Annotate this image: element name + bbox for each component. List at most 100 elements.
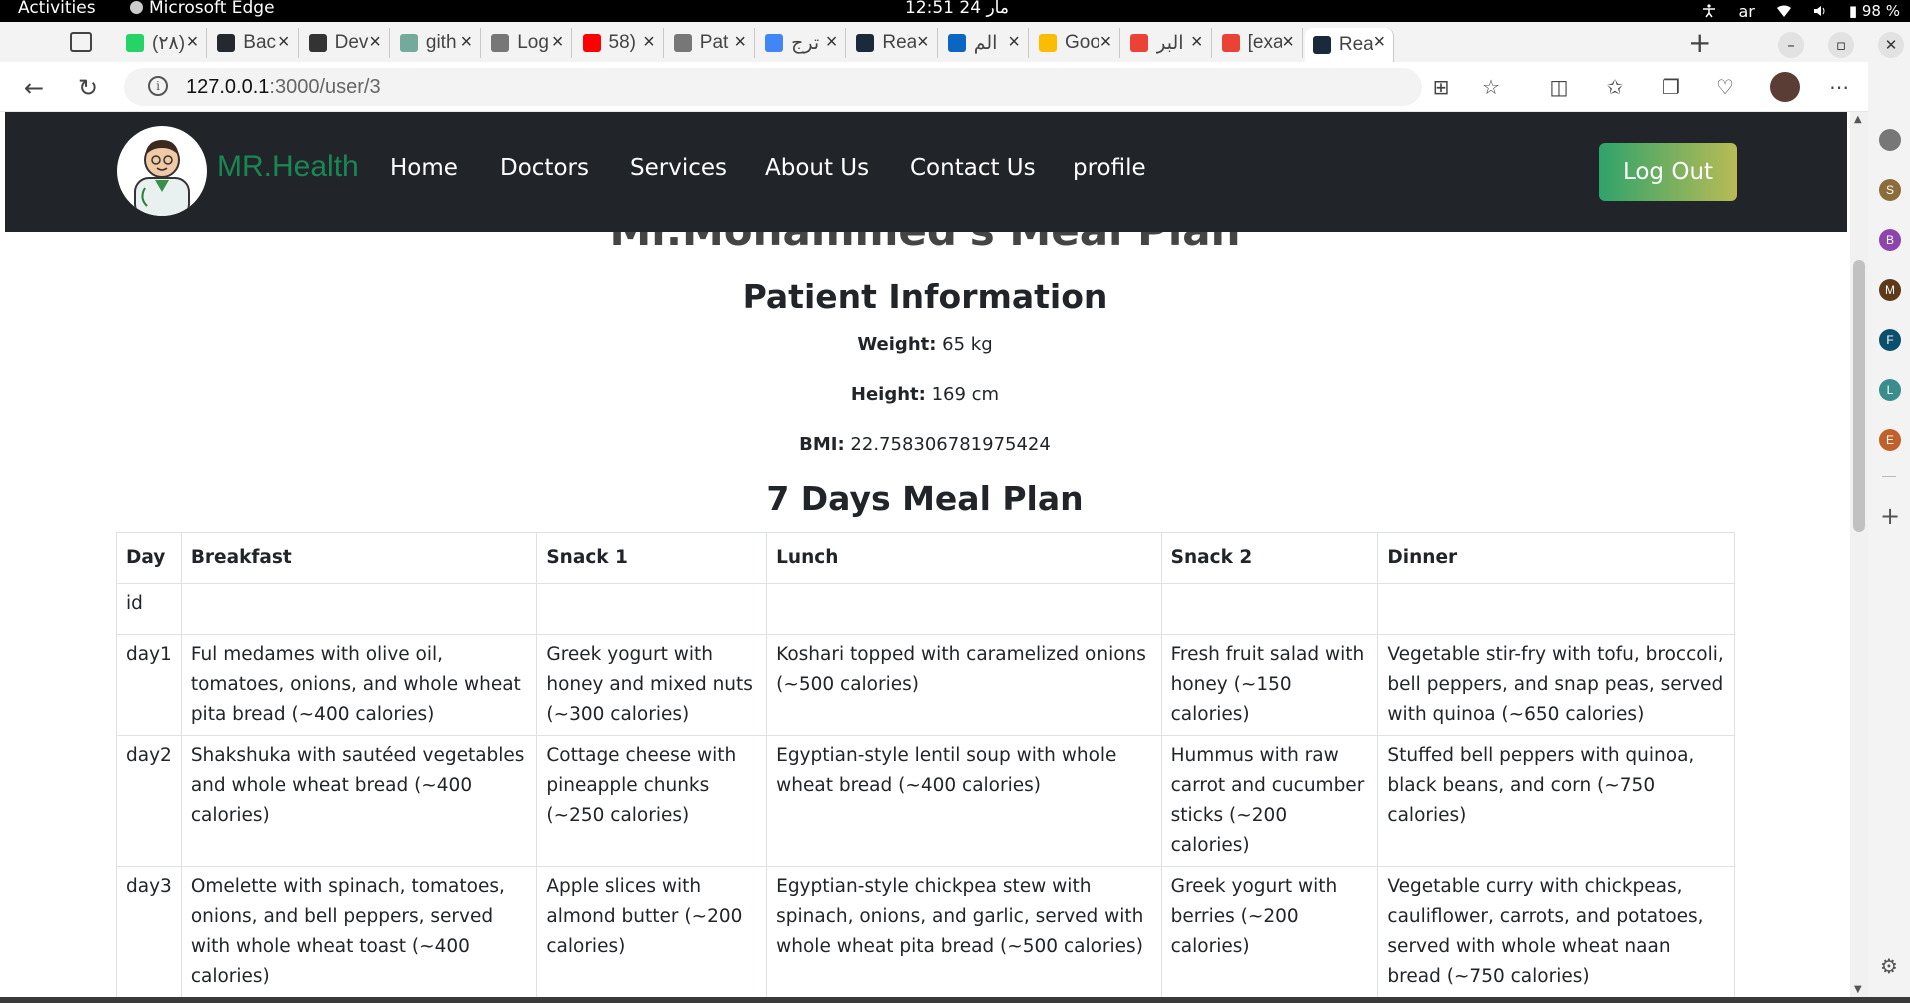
accessibility-icon [1703,4,1716,18]
tab-actions-menu-icon[interactable] [70,32,92,52]
maximize-button[interactable]: ▫ [1828,32,1854,58]
browser-tab[interactable]: الم × [940,28,1029,58]
keyboard-language[interactable]: ar [1738,2,1754,21]
close-window-button[interactable]: ✕ [1878,32,1904,58]
tab-close-icon[interactable]: × [369,31,381,54]
system-top-bar: Activities Microsoft Edge 12:51 24 مار a… [0,0,1910,22]
tab-close-icon[interactable]: × [643,31,655,54]
browser-tab[interactable]: ترج × [757,28,847,58]
sidebar-app-m[interactable]: M [1879,279,1901,301]
tab-close-icon[interactable]: × [1008,31,1020,54]
url-text[interactable]: 127.0.0.1:3000/user/3 [186,76,381,99]
sidebar-add-icon[interactable]: + [1880,502,1900,530]
browser-tab[interactable]: gith × [392,28,482,58]
nav-profile[interactable]: profile [1073,155,1146,181]
tab-title: Pat [699,32,729,53]
table-row: day3 Omelette with spinach, tomatoes, on… [116,866,1735,997]
tab-close-icon[interactable]: × [187,31,199,54]
site-brand[interactable]: MR.Health [217,150,359,184]
tab-close-icon[interactable]: × [734,31,746,54]
tab-favicon-icon [1312,36,1331,54]
tab-title: Rea [882,32,917,53]
logout-button[interactable]: Log Out [1599,143,1737,201]
sidebar-app-b[interactable]: B [1879,229,1901,251]
scroll-up-icon[interactable]: ▲ [1854,114,1862,125]
battery-indicator: ▮ 98 % [1849,2,1900,20]
tab-favicon-icon [308,34,327,52]
browser-tab[interactable]: Pat × [666,28,756,58]
table-cell [766,583,1162,635]
profile-avatar[interactable] [1770,72,1800,102]
web-page: MR.Health Home Doctors Services About Us… [0,112,1850,997]
sidebar-settings-icon[interactable]: ⚙ [1880,954,1898,978]
sidebar-app-f[interactable]: F [1879,329,1901,351]
volume-icon [1813,6,1825,16]
favorite-star-icon[interactable]: ☆ [1480,76,1502,98]
edge-app-icon [130,1,143,14]
scrollbar-thumb[interactable] [1853,260,1865,532]
collections-icon[interactable]: ❐ [1660,76,1682,98]
browser-tab[interactable]: البر × [1122,28,1212,58]
sidebar-search-icon[interactable] [1879,129,1901,151]
new-tab-button[interactable]: + [1688,26,1711,59]
sidebar-app-s[interactable]: S [1879,179,1901,201]
tab-title: 58) [608,32,636,53]
nav-about-us[interactable]: About Us [765,155,869,181]
tab-close-icon[interactable]: × [1374,31,1386,54]
bmi-value: 22.758306781975424 [850,434,1051,455]
site-logo[interactable] [117,126,207,216]
nav-services[interactable]: Services [630,155,727,181]
tab-title: Rea [1338,34,1373,55]
back-icon[interactable]: ← [24,74,44,102]
app-menu[interactable]: Microsoft Edge [130,0,275,18]
browser-tab[interactable]: Log × [483,28,573,58]
browser-tab[interactable]: 58) × [575,28,664,58]
tab-close-icon[interactable]: × [917,31,929,54]
browser-tab[interactable]: Goo × [1031,28,1121,58]
page-scrollbar[interactable]: ▲ ▼ [1850,112,1868,997]
table-cell: Vegetable curry with chickpeas, cauliflo… [1377,866,1735,997]
browser-tab[interactable]: (٢٨) × [118,28,208,58]
tab-title: Bac [243,32,277,53]
scroll-down-icon[interactable]: ▼ [1854,984,1862,995]
browser-tab[interactable]: Rea × [848,28,938,58]
tab-close-icon[interactable]: × [1100,31,1112,54]
tab-close-icon[interactable]: × [278,31,290,54]
minimize-button[interactable]: – [1778,32,1804,58]
apps-icon[interactable]: ⊞ [1430,76,1452,98]
table-row: day1 Ful medames with olive oil, tomatoe… [116,634,1735,736]
col-header-day: Day [116,532,182,584]
nav-doctors[interactable]: Doctors [500,155,589,181]
site-info-icon[interactable]: i [148,76,168,96]
tab-favicon-icon [491,34,510,52]
tab-favicon-icon [947,34,966,52]
tab-close-icon[interactable]: × [826,31,838,54]
sidebar-app-e[interactable]: E [1879,429,1901,451]
nav-home[interactable]: Home [390,155,458,181]
browser-essentials-icon[interactable]: ♡ [1714,76,1736,98]
tab-close-icon[interactable]: × [552,31,564,54]
split-screen-icon[interactable]: ◫ [1548,76,1570,98]
tab-close-icon[interactable]: × [461,31,473,54]
activities-button[interactable]: Activities [18,0,96,18]
url-field[interactable]: i 127.0.0.1:3000/user/3 ⊞ ☆ [124,68,1500,106]
more-options-icon[interactable]: ⋯ [1828,76,1850,98]
bmi-line: BMI: 22.758306781975424 [0,434,1850,455]
browser-tab[interactable]: Dev × [301,28,390,58]
browser-tab[interactable]: Bac × [209,28,299,58]
sidebar-app-l[interactable]: L [1879,379,1901,401]
table-cell: day1 [116,634,182,736]
browser-tab[interactable]: Rea × [1304,28,1395,62]
tab-close-icon[interactable]: × [1282,31,1294,54]
tab-close-icon[interactable]: × [1191,31,1203,54]
bottom-edge [0,997,1910,1003]
nav-contact-us[interactable]: Contact Us [910,155,1036,181]
address-bar-row: ← ↻ i 127.0.0.1:3000/user/3 ⊞ ☆ ◫ ✩ ❐ ♡ … [0,62,1910,112]
favorites-icon[interactable]: ✩ [1604,76,1626,98]
system-tray[interactable]: ar ▮ 98 % [1702,0,1900,22]
table-cell: Koshari topped with caramelized onions (… [766,634,1162,736]
browser-tab[interactable]: [exa × [1214,28,1303,58]
refresh-icon[interactable]: ↻ [78,74,98,102]
tab-favicon-icon [582,34,601,52]
clock[interactable]: 12:51 24 مار [905,0,1009,18]
